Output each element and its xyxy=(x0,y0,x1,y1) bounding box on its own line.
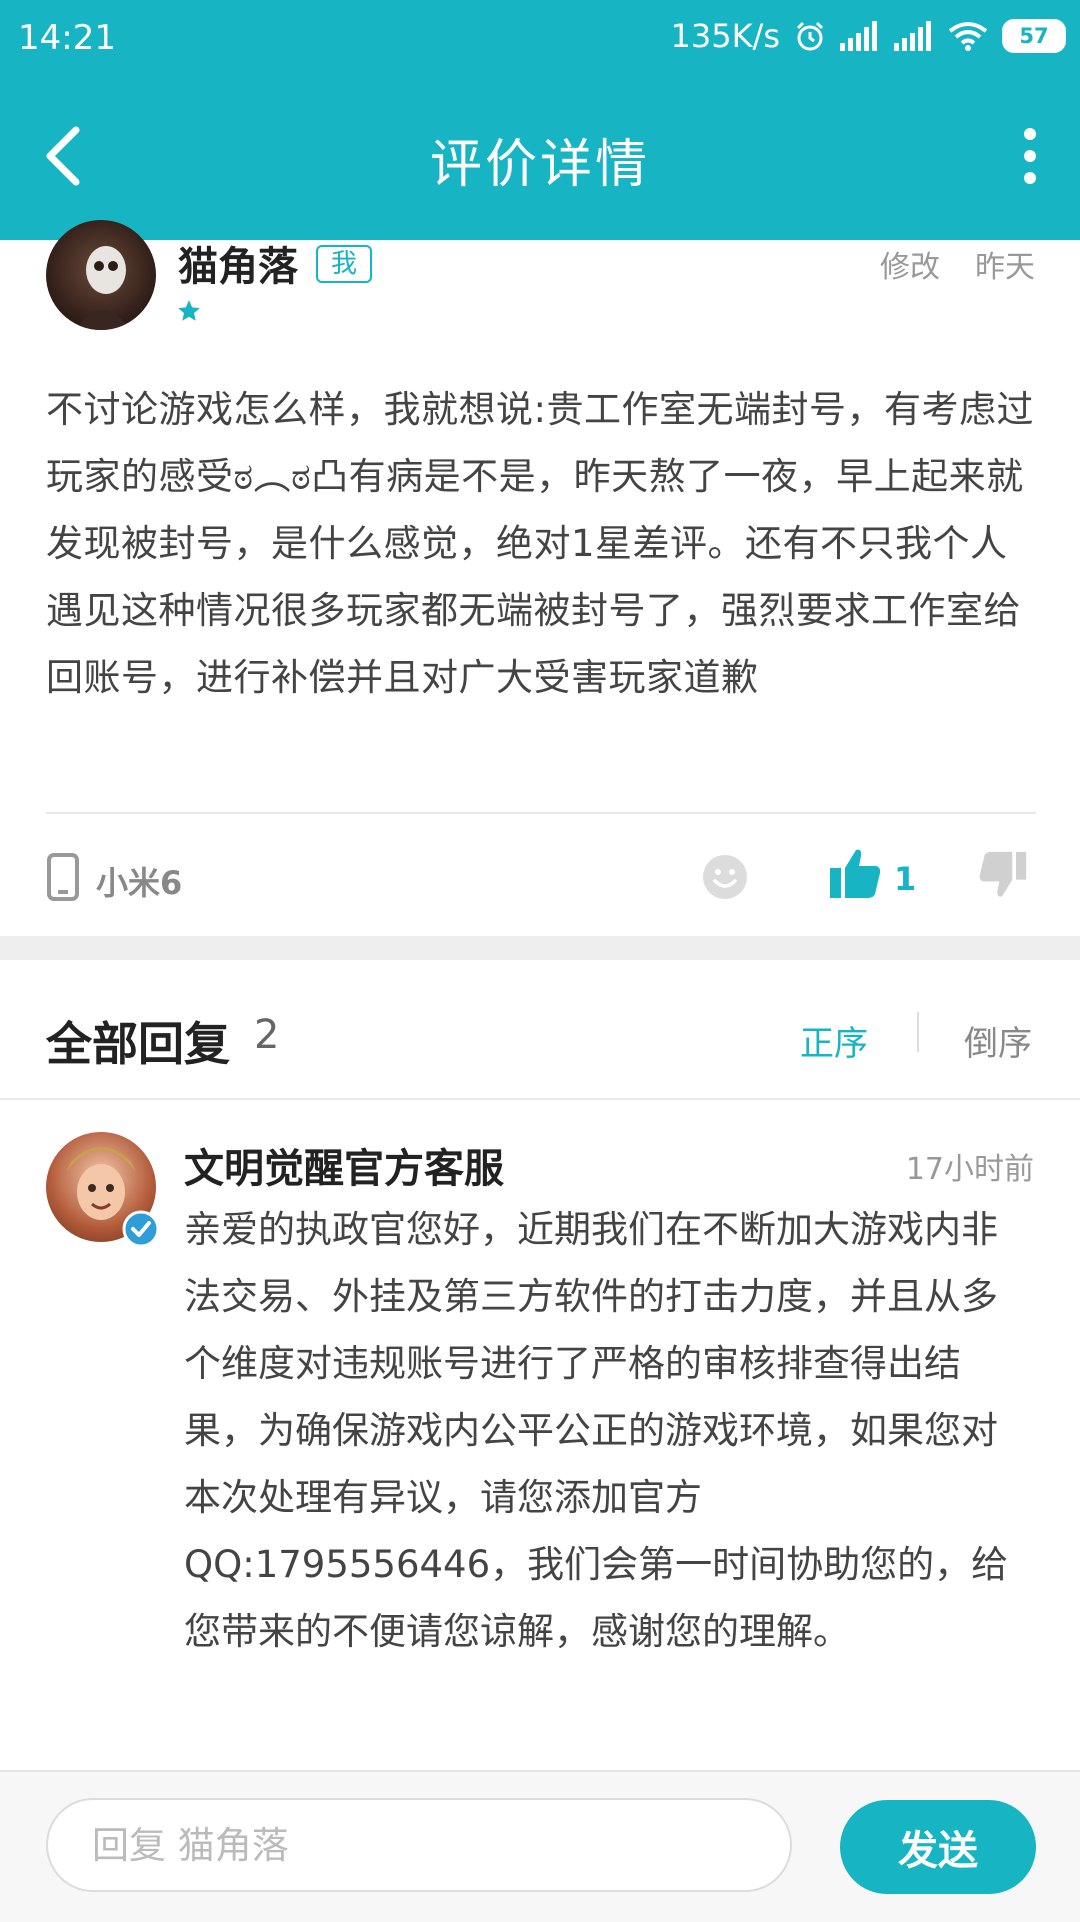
wifi-icon xyxy=(948,22,988,51)
status-time: 14:21 xyxy=(18,18,116,58)
reply-text: 亲爱的执政官您好，近期我们在不断加大游戏内非法交易、外挂及第三方软件的打击力度，… xyxy=(184,1208,1009,1653)
network-speed: 135K/s xyxy=(670,17,780,55)
thumbs-down-icon[interactable] xyxy=(978,850,1028,900)
more-vertical-icon[interactable] xyxy=(1020,128,1040,184)
review-text: 不讨论游戏怎么样，我就想说:贵工作室无端封号，有考虑过玩家的感受ಠ︵ಠ凸有病是不… xyxy=(46,388,1034,699)
device-label: 小米6 xyxy=(96,864,183,902)
star-icon xyxy=(178,300,200,321)
send-button[interactable]: 发送 xyxy=(840,1800,1036,1894)
alarm-icon xyxy=(796,21,824,51)
divider xyxy=(46,812,1036,814)
me-badge: 我 xyxy=(316,245,372,283)
phone-icon xyxy=(47,853,79,901)
avatar-image xyxy=(76,246,131,330)
verified-icon xyxy=(122,1210,160,1248)
sort-ascending-button[interactable]: 正序 xyxy=(800,1016,868,1065)
section-separator xyxy=(0,936,1080,960)
page-title: 评价详情 xyxy=(429,135,650,195)
sort-descending-button[interactable]: 倒序 xyxy=(964,1016,1032,1065)
divider xyxy=(0,1098,1080,1100)
reply-input[interactable] xyxy=(46,1798,792,1892)
app-bar: 14:21 135K/s 57 评价详情 xyxy=(0,0,1080,240)
edit-link[interactable]: 修改 xyxy=(880,242,940,286)
avatar[interactable] xyxy=(46,220,156,330)
signal-icon-2 xyxy=(894,21,931,51)
post-date: 昨天 xyxy=(975,250,1035,285)
battery-indicator: 57 xyxy=(1002,19,1066,53)
emoji-icon[interactable] xyxy=(702,854,748,900)
replies-count: 2 xyxy=(254,1012,280,1058)
reply-bar: 发送 xyxy=(0,1770,1080,1922)
reply-author[interactable]: 文明觉醒官方客服 xyxy=(184,1136,504,1194)
replies-title: 全部回复 xyxy=(46,1017,230,1071)
like-count: 1 xyxy=(894,860,917,898)
status-icons: 135K/s 57 xyxy=(670,16,1066,56)
sort-divider xyxy=(917,1012,919,1052)
signal-icon xyxy=(840,21,877,51)
reply-time: 17小时前 xyxy=(905,1152,1034,1187)
username[interactable]: 猫角落 xyxy=(178,234,298,292)
thumbs-up-icon[interactable] xyxy=(828,846,882,900)
